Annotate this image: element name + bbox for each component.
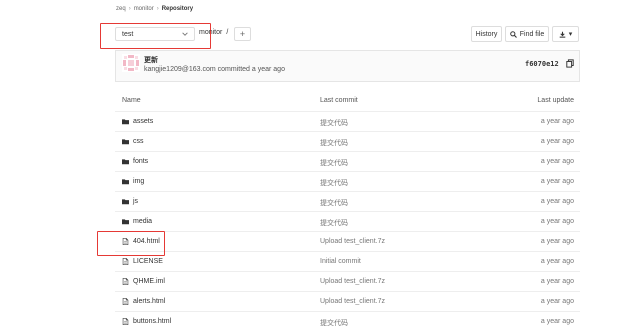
last-update-cell: a year ago bbox=[540, 138, 574, 145]
breadcrumb: zeq › monitor › Repository bbox=[116, 6, 193, 12]
file-name[interactable]: alerts.html bbox=[133, 298, 165, 305]
caret-down-icon: ▾ bbox=[568, 31, 573, 38]
folder-icon bbox=[122, 159, 129, 165]
folder-icon bbox=[122, 139, 129, 145]
avatar bbox=[122, 54, 140, 72]
file-name[interactable]: css bbox=[133, 138, 144, 145]
table-row: LICENSE Initial commit a year ago bbox=[115, 252, 580, 272]
file-name-cell[interactable]: img bbox=[122, 178, 144, 185]
download-icon bbox=[559, 31, 566, 38]
last-update-cell: a year ago bbox=[540, 318, 574, 325]
commit-message-cell[interactable]: Upload test_client.7z bbox=[320, 238, 385, 245]
copy-icon[interactable] bbox=[566, 59, 574, 68]
commit-message-cell[interactable]: 提交代码 bbox=[320, 138, 348, 148]
chevron-right-icon: › bbox=[156, 6, 159, 12]
commit-message-cell[interactable]: 提交代码 bbox=[320, 318, 348, 328]
commit-message-cell[interactable]: 提交代码 bbox=[320, 118, 348, 128]
commit-title[interactable]: 更新 bbox=[144, 55, 158, 65]
table-row: fonts 提交代码 a year ago bbox=[115, 152, 580, 172]
folder-icon bbox=[122, 219, 129, 225]
file-name[interactable]: js bbox=[133, 198, 138, 205]
commit-message-cell[interactable]: 提交代码 bbox=[320, 178, 348, 188]
last-update-cell: a year ago bbox=[540, 238, 574, 245]
file-icon bbox=[122, 258, 129, 265]
table-row: css 提交代码 a year ago bbox=[115, 132, 580, 152]
commit-sha[interactable]: f6070e12 bbox=[525, 60, 559, 68]
table-row: media 提交代码 a year ago bbox=[115, 212, 580, 232]
file-name[interactable]: LICENSE bbox=[133, 258, 163, 265]
commit-meta: kangjie1209@163.com committed a year ago bbox=[144, 66, 285, 73]
file-icon bbox=[122, 278, 129, 285]
chevron-right-icon: › bbox=[128, 6, 131, 12]
history-button[interactable]: History bbox=[471, 26, 502, 42]
repo-path-separator: / bbox=[226, 29, 229, 36]
last-update-cell: a year ago bbox=[540, 178, 574, 185]
file-name-cell[interactable]: css bbox=[122, 138, 144, 145]
file-name-cell[interactable]: alerts.html bbox=[122, 298, 165, 305]
folder-icon bbox=[122, 119, 129, 125]
file-name[interactable]: assets bbox=[133, 118, 153, 125]
file-name[interactable]: img bbox=[133, 178, 144, 185]
last-update-cell: a year ago bbox=[540, 158, 574, 165]
history-button-label: History bbox=[475, 30, 498, 38]
table-row: QHME.iml Upload test_client.7z a year ago bbox=[115, 272, 580, 292]
find-file-button[interactable]: Find file bbox=[505, 26, 549, 42]
commit-message-cell[interactable]: Upload test_client.7z bbox=[320, 298, 385, 305]
file-icon bbox=[122, 298, 129, 305]
commit-message-cell[interactable]: Upload test_client.7z bbox=[320, 278, 385, 285]
file-name[interactable]: QHME.iml bbox=[133, 278, 165, 285]
last-update-cell: a year ago bbox=[540, 198, 574, 205]
folder-icon bbox=[122, 199, 129, 205]
file-name-cell[interactable]: assets bbox=[122, 118, 153, 125]
table-row: 404.html Upload test_client.7z a year ago bbox=[115, 232, 580, 252]
breadcrumb-monitor[interactable]: monitor bbox=[134, 6, 154, 12]
highlight-box bbox=[97, 231, 165, 256]
folder-icon bbox=[122, 179, 129, 185]
header-last-update: Last update bbox=[537, 97, 574, 104]
breadcrumb-repository[interactable]: Repository bbox=[162, 6, 193, 12]
file-name[interactable]: buttons.html bbox=[133, 318, 171, 325]
commit-message-cell[interactable]: Initial commit bbox=[320, 258, 361, 265]
file-name-cell[interactable]: LICENSE bbox=[122, 258, 163, 265]
search-icon bbox=[509, 30, 517, 38]
repo-path-root[interactable]: monitor bbox=[199, 29, 222, 36]
file-name[interactable]: fonts bbox=[133, 158, 148, 165]
table-row: img 提交代码 a year ago bbox=[115, 172, 580, 192]
file-name-cell[interactable]: media bbox=[122, 218, 152, 225]
repo-path: monitor / bbox=[199, 29, 228, 36]
file-name[interactable]: media bbox=[133, 218, 152, 225]
table-row: assets 提交代码 a year ago bbox=[115, 112, 580, 132]
find-file-button-label: Find file bbox=[519, 30, 545, 38]
last-update-cell: a year ago bbox=[540, 218, 574, 225]
last-update-cell: a year ago bbox=[540, 258, 574, 265]
highlight-box bbox=[100, 23, 211, 49]
table-row: buttons.html 提交代码 a year ago bbox=[115, 312, 580, 332]
file-name-cell[interactable]: QHME.iml bbox=[122, 278, 165, 285]
file-name-cell[interactable]: fonts bbox=[122, 158, 148, 165]
add-file-button[interactable]: + bbox=[234, 27, 251, 41]
header-last-commit: Last commit bbox=[320, 97, 358, 104]
last-update-cell: a year ago bbox=[540, 278, 574, 285]
commit-message-cell[interactable]: 提交代码 bbox=[320, 218, 348, 228]
file-name-cell[interactable]: buttons.html bbox=[122, 318, 171, 325]
last-update-cell: a year ago bbox=[540, 298, 574, 305]
file-icon bbox=[122, 318, 129, 325]
commit-message-cell[interactable]: 提交代码 bbox=[320, 158, 348, 168]
header-name: Name bbox=[122, 97, 141, 104]
table-row: alerts.html Upload test_client.7z a year a… bbox=[115, 292, 580, 312]
file-name-cell[interactable]: js bbox=[122, 198, 138, 205]
plus-icon: + bbox=[239, 29, 246, 39]
last-update-cell: a year ago bbox=[540, 118, 574, 125]
breadcrumb-zeq[interactable]: zeq bbox=[116, 6, 126, 12]
table-row: js 提交代码 a year ago bbox=[115, 192, 580, 212]
commit-message-cell[interactable]: 提交代码 bbox=[320, 198, 348, 208]
download-button[interactable]: ▾ bbox=[552, 26, 579, 42]
